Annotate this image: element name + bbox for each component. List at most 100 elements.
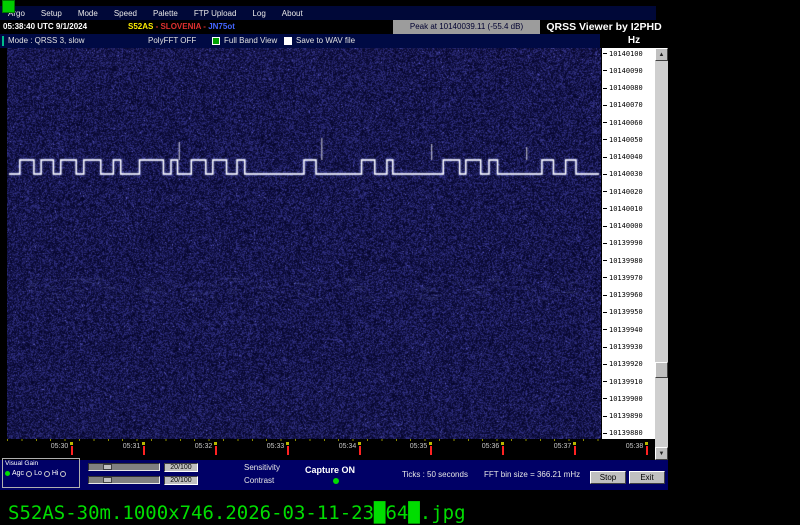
stop-button[interactable]: Stop (590, 471, 626, 484)
red-tick-icon (430, 446, 432, 455)
yellow-tick-icon (214, 442, 217, 445)
yellow-tick-icon (645, 442, 648, 445)
scroll-up-icon[interactable]: ▲ (655, 48, 668, 61)
freq-row: 10139960 (603, 292, 655, 299)
freq-label: 10140070 (609, 101, 643, 109)
menu-about[interactable]: About (282, 9, 303, 18)
freq-row: 10140060 (603, 119, 655, 126)
time-mark: 05:37 (545, 442, 585, 455)
freq-row: 10139920 (603, 361, 655, 368)
toolbar-grip-icon (2, 36, 4, 46)
full-band-view-checkbox[interactable] (212, 37, 220, 45)
station-callsign: S52AS (128, 22, 153, 31)
sensitivity-slider[interactable] (88, 463, 160, 471)
menu-setup[interactable]: Setup (41, 9, 62, 18)
freq-tick-icon (603, 433, 607, 434)
lo-radio[interactable] (44, 471, 50, 477)
exit-button[interactable]: Exit (629, 471, 665, 484)
ticks-readout: Ticks : 50 seconds (402, 470, 468, 479)
freq-tick-icon (603, 208, 607, 209)
freq-tick-icon (603, 70, 607, 71)
freq-tick-icon (603, 88, 607, 89)
freq-row: 10139940 (603, 326, 655, 333)
freq-row: 10140000 (603, 223, 655, 230)
contrast-slider-thumb[interactable] (103, 477, 112, 483)
time-label: 05:36 (482, 442, 500, 451)
freq-row: 10140050 (603, 136, 655, 143)
freq-label: 10140030 (609, 170, 643, 178)
control-bar: Visual Gain Agc Lo Hi 20/100 Sensitivity… (0, 460, 668, 490)
contrast-value: 20/100 (164, 476, 198, 485)
waterfall-canvas (7, 48, 601, 439)
freq-label: 10140000 (609, 222, 643, 230)
polyfft-toggle[interactable]: PolyFFT OFF (148, 34, 196, 48)
freq-tick-icon (603, 277, 607, 278)
freq-label: 10139990 (609, 239, 643, 247)
freq-tick-icon (603, 174, 607, 175)
full-band-view-label: Full Band View (224, 34, 277, 48)
fft-bin-readout: FFT bin size = 366.21 mHz (484, 470, 580, 479)
hz-unit-label: Hz (600, 34, 668, 48)
vertical-scrollbar[interactable]: ▲ ▼ (655, 48, 668, 460)
app-icon (2, 0, 15, 13)
freq-label: 10139920 (609, 360, 643, 368)
hi-label: Hi (52, 470, 59, 477)
freq-tick-icon (603, 364, 607, 365)
freq-label: 10139910 (609, 378, 643, 386)
footer-filename: S52AS-30m.1000x746.2026-03-11-23█64█.jpg (8, 502, 466, 524)
menu-mode[interactable]: Mode (78, 9, 98, 18)
menu-palette[interactable]: Palette (153, 9, 178, 18)
menu-speed[interactable]: Speed (114, 9, 137, 18)
yellow-tick-icon (429, 442, 432, 445)
clock-display: 05:38:40 UTC 9/1/2024 (3, 20, 127, 34)
freq-tick-icon (603, 381, 607, 382)
freq-row: 10140100 (603, 50, 655, 57)
freq-tick-icon (603, 347, 607, 348)
sensitivity-slider-thumb[interactable] (103, 464, 112, 470)
yellow-tick-icon (286, 442, 289, 445)
time-mark: 05:38 (617, 442, 657, 455)
freq-row: 10139930 (603, 344, 655, 351)
freq-label: 10139880 (609, 429, 643, 437)
red-tick-icon (574, 446, 576, 455)
time-axis: 05:30 05:31 05:32 05:33 05:34 05:35 05:3… (0, 439, 655, 460)
red-tick-icon (71, 446, 73, 455)
scroll-thumb[interactable] (655, 362, 668, 378)
visual-gain-label: Visual Gain (5, 460, 38, 467)
capture-led-icon (333, 478, 339, 484)
freq-row: 10139990 (603, 240, 655, 247)
freq-label: 10140040 (609, 153, 643, 161)
freq-tick-icon (603, 243, 607, 244)
freq-tick-icon (603, 398, 607, 399)
freq-tick-icon (603, 105, 607, 106)
menu-ftp-upload[interactable]: FTP Upload (194, 9, 237, 18)
agc-radio[interactable] (26, 471, 32, 477)
minor-tick-row (7, 439, 601, 441)
menu-log[interactable]: Log (252, 9, 265, 18)
freq-tick-icon (603, 416, 607, 417)
freq-tick-icon (603, 295, 607, 296)
time-mark: 05:33 (258, 442, 298, 455)
red-tick-icon (215, 446, 217, 455)
freq-label: 10139970 (609, 274, 643, 282)
contrast-slider[interactable] (88, 476, 160, 484)
freq-label: 10139930 (609, 343, 643, 351)
station-location: SLOVENIA (160, 22, 201, 31)
freq-row: 10139970 (603, 274, 655, 281)
agc-label: Agc (12, 470, 24, 477)
save-wav-checkbox[interactable] (284, 37, 292, 45)
freq-label: 10140020 (609, 188, 643, 196)
freq-label: 10139900 (609, 395, 643, 403)
freq-label: 10139950 (609, 308, 643, 316)
sensitivity-value: 20/100 (164, 463, 198, 472)
hi-radio[interactable] (60, 471, 66, 477)
visual-gain-group: Visual Gain Agc Lo Hi (2, 458, 80, 488)
sensitivity-label: Sensitivity (244, 463, 280, 472)
time-mark: 05:36 (473, 442, 513, 455)
freq-label: 10139960 (609, 291, 643, 299)
freq-row: 10140030 (603, 171, 655, 178)
toolbar: Mode : QRSS 3, slow PolyFFT OFF Full Ban… (0, 34, 600, 48)
freq-label: 10140010 (609, 205, 643, 213)
red-tick-icon (646, 446, 648, 455)
freq-tick-icon (603, 139, 607, 140)
